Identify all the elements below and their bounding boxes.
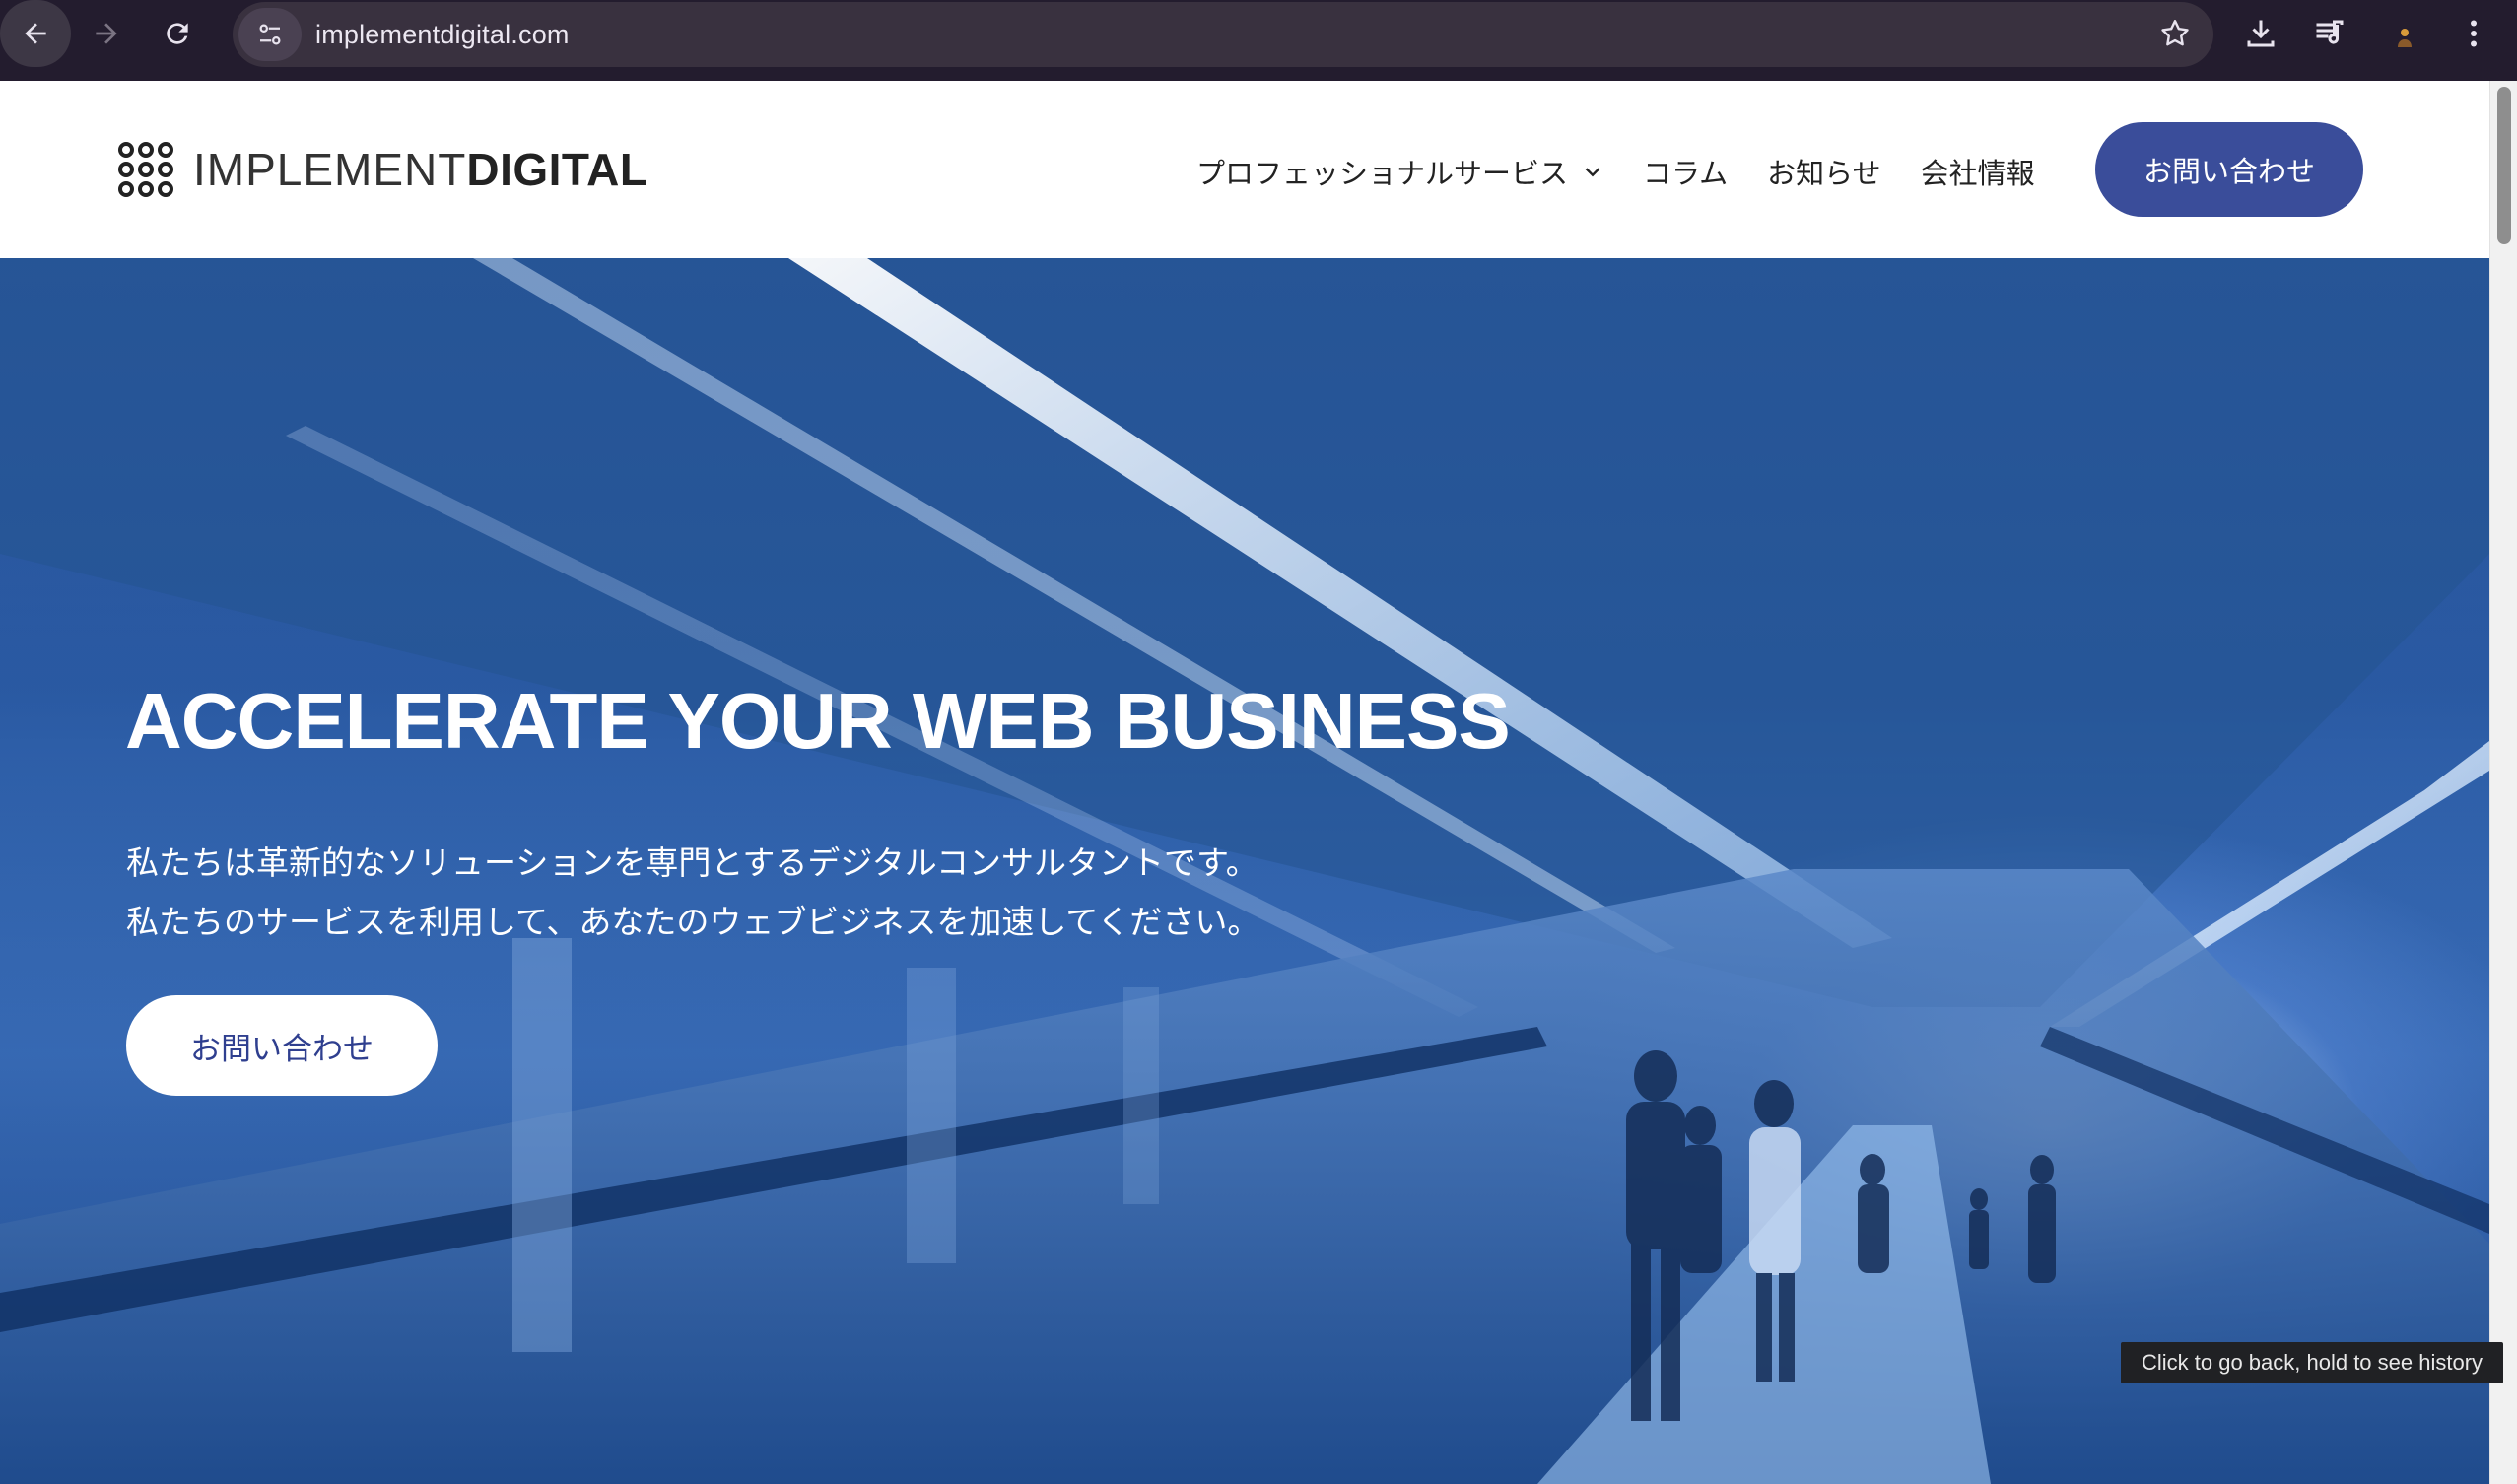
- profile-icon: [2398, 29, 2412, 47]
- hero-title: ACCELERATE YOUR WEB BUSINESS: [125, 677, 1511, 765]
- arrow-left-icon: [25, 23, 46, 44]
- site-header: IMPLEMENT DIGITAL プロフェッショナルサービス コラム お知らせ…: [0, 81, 2489, 258]
- nav-item-label: プロフェッショナルサービス: [1196, 157, 1569, 190]
- tune-icon: [259, 24, 281, 45]
- back-button-tooltip: Click to go back, hold to see history: [2121, 1342, 2503, 1383]
- arrow-right-icon: [96, 23, 117, 44]
- contact-button-hero[interactable]: お問い合わせ: [126, 995, 438, 1096]
- menu-button[interactable]: [2456, 16, 2491, 51]
- hero-section: ACCELERATE YOUR WEB BUSINESS 私たちは革新的なソリュ…: [0, 258, 2489, 1484]
- nav-item-company[interactable]: 会社情報: [1921, 151, 2035, 192]
- profile-avatar[interactable]: [2391, 24, 2418, 51]
- logo-text-light: IMPLEMENT: [193, 144, 467, 195]
- download-icon: [2247, 20, 2275, 47]
- media-controls-button[interactable]: [2312, 16, 2347, 51]
- reload-icon: [167, 23, 188, 44]
- more-vert-icon: [2471, 20, 2477, 47]
- logo-mark-icon: [118, 142, 173, 197]
- back-button[interactable]: [0, 0, 71, 67]
- nav-item-news[interactable]: お知らせ: [1767, 151, 1880, 192]
- bookmark-star-icon[interactable]: [2158, 17, 2192, 50]
- scrollbar-thumb[interactable]: [2497, 87, 2511, 244]
- nav-item-column[interactable]: コラム: [1643, 151, 1728, 192]
- contact-button-header[interactable]: お問い合わせ: [2095, 122, 2363, 217]
- nav-item-label: お知らせ: [1767, 157, 1881, 190]
- site-logo[interactable]: IMPLEMENT DIGITAL: [116, 140, 647, 199]
- downloads-button[interactable]: [2243, 16, 2279, 51]
- chevron-down-icon: [1585, 168, 1600, 177]
- nav-item-label: 会社情報: [1920, 157, 2035, 190]
- reload-button[interactable]: [142, 0, 213, 67]
- nav-item-professional-services[interactable]: プロフェッショナルサービス: [1196, 151, 1603, 192]
- nav-item-label: コラム: [1643, 157, 1729, 190]
- hero-description-line: 私たちは革新的なソリューションを専門とするデジタルコンサルタントです。: [126, 843, 1258, 882]
- queue-music-icon: [2316, 20, 2344, 44]
- url-text[interactable]: implementdigital.com: [315, 20, 570, 50]
- logo-text-bold: DIGITAL: [466, 144, 648, 195]
- address-bar[interactable]: implementdigital.com: [233, 2, 2213, 67]
- forward-button[interactable]: [71, 0, 142, 67]
- page-viewport: IMPLEMENT DIGITAL プロフェッショナルサービス コラム お知らせ…: [0, 81, 2517, 1484]
- site-info-button[interactable]: [238, 8, 302, 61]
- main-navigation: プロフェッショナルサービス コラム お知らせ 会社情報: [1196, 150, 2075, 193]
- page-scrollbar[interactable]: [2489, 81, 2517, 1484]
- hero-description-line: 私たちのサービスを利用して、あなたのウェブビジネスを加速してください。: [126, 903, 1260, 941]
- browser-toolbar: implementdigital.com: [0, 0, 2517, 81]
- hero-description: 私たちは革新的なソリューションを専門とするデジタルコンサルタントです。 私たちの…: [126, 834, 1259, 952]
